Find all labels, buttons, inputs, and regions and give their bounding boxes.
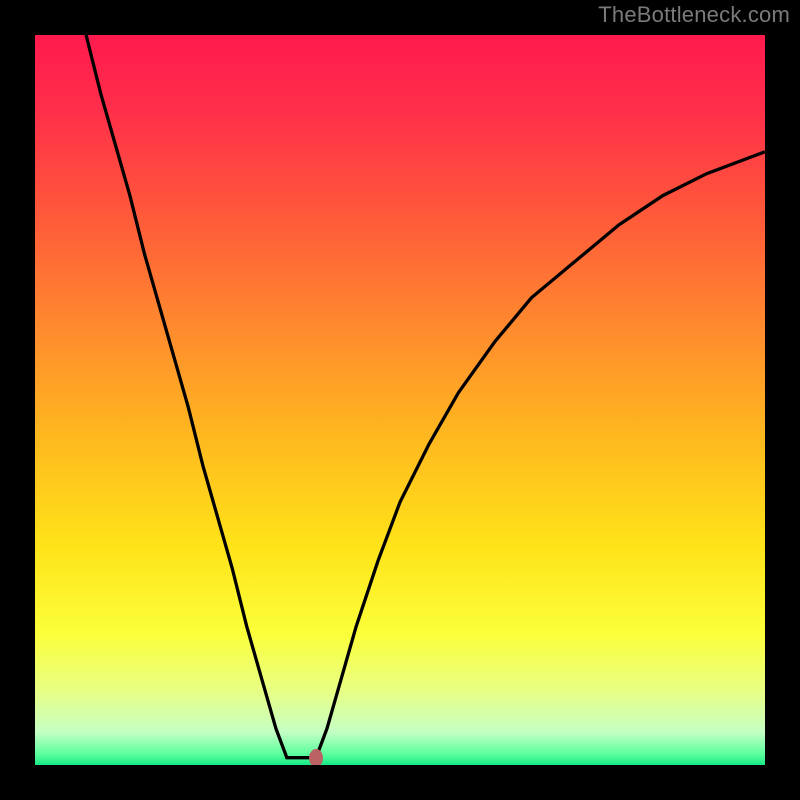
minimum-marker <box>309 749 323 765</box>
bottleneck-curve <box>35 35 765 765</box>
watermark-text: TheBottleneck.com <box>598 2 790 28</box>
chart-frame: TheBottleneck.com <box>0 0 800 800</box>
plot-area <box>35 35 765 765</box>
